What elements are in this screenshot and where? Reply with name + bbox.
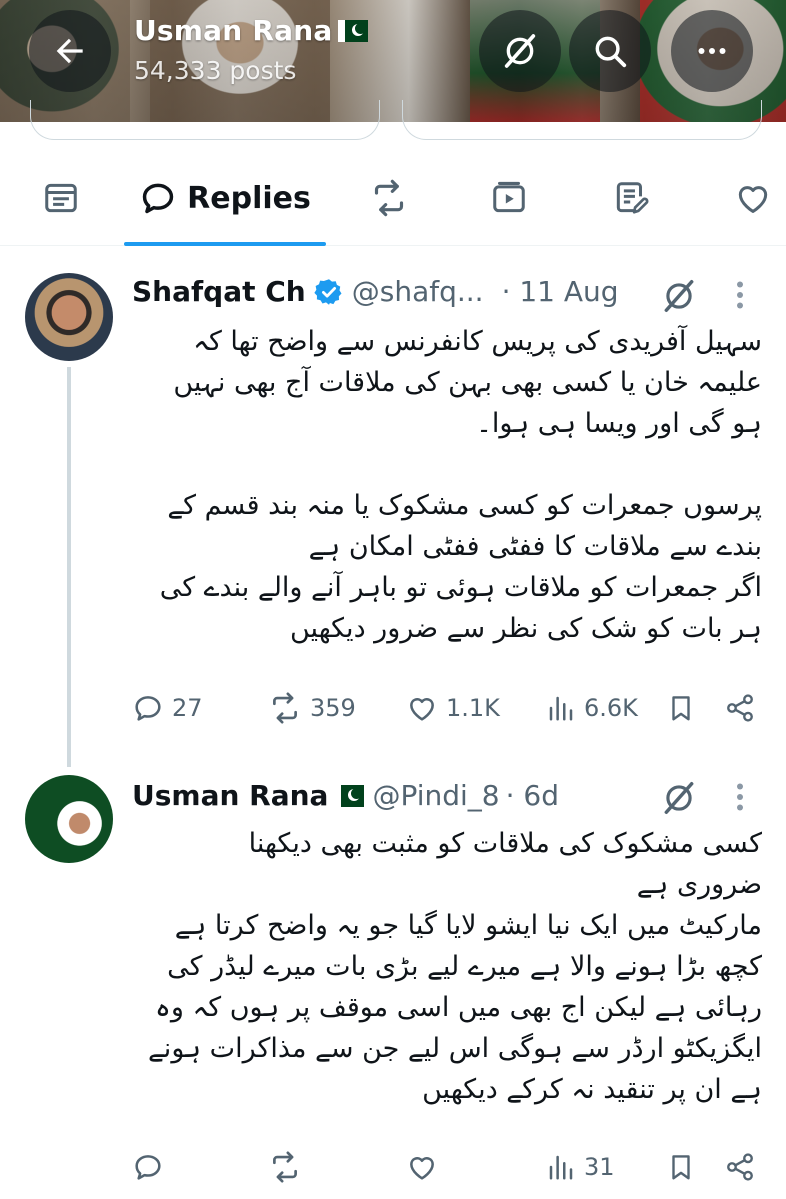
tweet-line: اگر جمعرات کو ملاقات ہوئی تو باہر آنے وا… [159, 572, 762, 603]
like-icon [734, 179, 772, 217]
repost-button[interactable] [268, 1147, 310, 1187]
views-count: 31 [584, 1153, 615, 1181]
header-name: Usman Rana [134, 14, 333, 47]
grok-icon[interactable] [660, 779, 698, 817]
posts-icon [42, 179, 80, 217]
article-icon [612, 179, 650, 217]
profile-pill-left [30, 100, 380, 140]
profile-pill-right [402, 100, 762, 140]
tweet-header: Shafqat Ch @shafq... · 11 Aug [132, 275, 619, 308]
reply-icon [139, 179, 177, 217]
pakistan-flag-icon [334, 784, 365, 807]
grok-icon [500, 31, 540, 71]
share-button[interactable] [724, 1147, 756, 1187]
search-button[interactable] [569, 10, 651, 92]
reply-button[interactable]: 27 [132, 688, 203, 728]
tweet-line: مارکیٹ میں ایک نیا ایشو لایا گیا جو یہ و… [174, 910, 762, 941]
tweet-line: پرسوں جمعرات کو کسی مشکوک یا منہ بند قسم… [167, 490, 762, 521]
video-icon [490, 179, 528, 217]
author-name[interactable]: Usman Rana [132, 779, 328, 812]
bookmark-button[interactable] [666, 1147, 696, 1187]
views-button[interactable]: 31 [546, 1147, 615, 1187]
tweet-line: بندے سے ملاقات کا ففٹی ففٹی امکان ہے [308, 531, 762, 562]
grok-button[interactable] [479, 10, 561, 92]
reply-icon [132, 1151, 164, 1183]
share-icon [724, 692, 756, 724]
more-button[interactable] [671, 10, 753, 92]
author-handle[interactable]: @Pindi_8 [372, 779, 499, 812]
reply-button[interactable] [132, 1147, 172, 1187]
like-button[interactable]: 1.1K [406, 688, 500, 728]
header-title: Usman Rana [134, 14, 369, 47]
tweet-line: کچھ بڑا ہونے والا ہے میرے لیے بڑی بات می… [167, 951, 762, 982]
like-icon [406, 692, 438, 724]
bookmark-button[interactable] [666, 688, 696, 728]
grok-icon[interactable] [660, 277, 698, 315]
tweet-2[interactable]: Usman Rana @Pindi_8 · 6d کسی مشکوک کی مل… [0, 767, 786, 1199]
tab-posts[interactable] [38, 176, 84, 220]
bookmark-icon [666, 693, 696, 723]
search-icon [591, 32, 629, 70]
profile-tabs: Replies [0, 160, 786, 246]
repost-icon [268, 691, 302, 725]
like-button[interactable] [406, 1147, 446, 1187]
tweet-line: ایگزیکٹو ارڈر سے ہوگی اس لیے جن سے مذاکر… [147, 1033, 762, 1064]
repost-icon [268, 1150, 302, 1184]
views-icon [546, 1152, 576, 1182]
tweet-text: کسی مشکوک کی ملاقات کو مثبت بھی دیکھنا ض… [132, 823, 762, 1110]
views-icon [546, 693, 576, 723]
verified-icon [314, 277, 344, 307]
tweet-actions: 31 [0, 1147, 786, 1187]
tab-replies[interactable]: Replies [139, 176, 311, 220]
active-tab-indicator [124, 242, 326, 246]
repost-count: 359 [310, 694, 356, 722]
avatar[interactable] [25, 775, 113, 863]
tweet-line: علیمہ خان یا کسی بھی بہن کی ملاقات آج بھ… [173, 367, 762, 398]
more-vertical-icon[interactable] [733, 779, 747, 815]
tweet-time[interactable]: · 11 Aug [502, 275, 619, 308]
tab-replies-label: Replies [187, 180, 311, 216]
tweet-line: ہے ان پر تنقید نہ کرکے دیکھیں [422, 1074, 762, 1105]
tweet-actions: 27 359 1.1K 6.6K [0, 688, 786, 728]
repost-button[interactable]: 359 [268, 688, 356, 728]
tweet-time[interactable]: · 6d [506, 779, 559, 812]
tab-media[interactable] [486, 176, 532, 220]
back-arrow-icon [51, 32, 89, 70]
tweet-line: ضروری ہے [636, 869, 762, 900]
share-button[interactable] [724, 688, 756, 728]
bookmark-icon [666, 1152, 696, 1182]
tweet-line: ہر بات کو شک کی نظر سے ضرور دیکھیں [290, 613, 762, 644]
views-button[interactable]: 6.6K [546, 688, 638, 728]
tweet-line: کسی مشکوک کی ملاقات کو مثبت بھی دیکھنا [248, 828, 762, 859]
tweet-line [132, 444, 762, 485]
more-horizontal-icon [694, 33, 730, 69]
share-icon [724, 1151, 756, 1183]
more-vertical-icon[interactable] [733, 277, 747, 313]
author-handle[interactable]: @shafq... [352, 275, 484, 308]
like-icon [406, 1151, 438, 1183]
like-count: 1.1K [446, 694, 500, 722]
tweet-text: سہیل آفریدی کی پریس کانفرنس سے واضح تھا … [132, 321, 762, 649]
avatar[interactable] [25, 273, 113, 361]
tab-articles[interactable] [608, 176, 654, 220]
repost-icon [369, 178, 409, 218]
reply-count: 27 [172, 694, 203, 722]
post-count: 54,333 posts [134, 56, 297, 85]
views-count: 6.6K [584, 694, 638, 722]
tweet-1[interactable]: Shafqat Ch @shafq... · 11 Aug سہیل آفرید… [0, 247, 786, 767]
tweet-line: ہو گی اور ویسا ہی ہوا۔ [476, 408, 762, 439]
pakistan-flag-icon [338, 19, 369, 42]
reply-icon [132, 692, 164, 724]
author-name[interactable]: Shafqat Ch [132, 275, 306, 308]
tweet-header: Usman Rana @Pindi_8 · 6d [132, 779, 559, 812]
back-button[interactable] [29, 10, 111, 92]
tab-likes[interactable] [730, 176, 776, 220]
tab-reposts[interactable] [366, 176, 412, 220]
tweet-line: رہائی ہے لیکن اج بھی میں اسی موقف پر ہوں… [155, 992, 762, 1023]
tweet-line: سہیل آفریدی کی پریس کانفرنس سے واضح تھا … [193, 326, 762, 357]
